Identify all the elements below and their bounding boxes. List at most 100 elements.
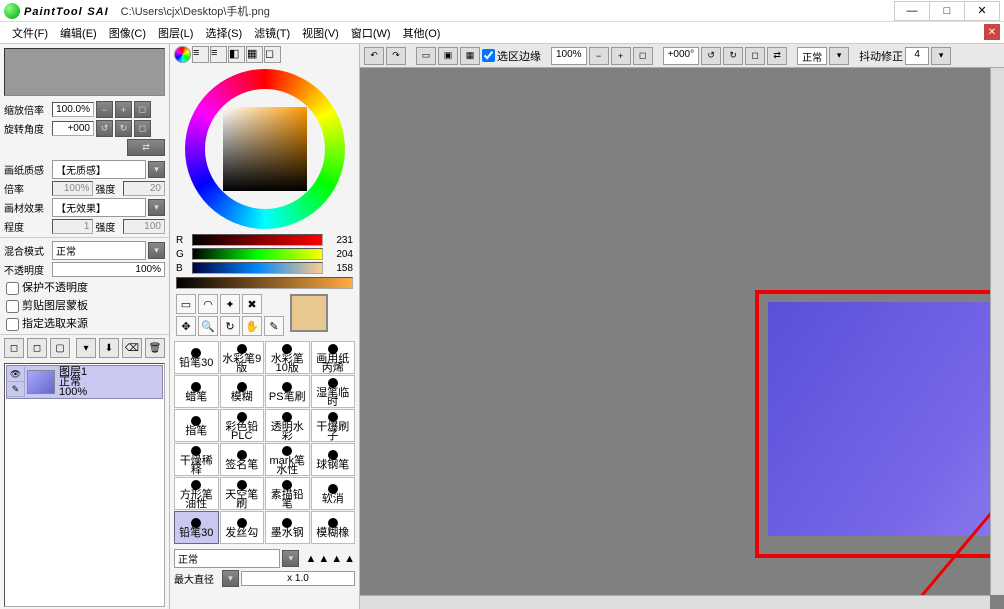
undo-button[interactable]: ↶ [364,47,384,65]
paper-degree-value[interactable]: 1 [52,219,94,234]
zoom-select[interactable]: 100% [551,47,587,65]
brush-preset[interactable]: 彩色铅PLC [220,409,265,442]
hsv-slider-tab[interactable]: ≡ [210,46,227,63]
lasso-tool[interactable]: ◠ [198,294,218,314]
menu-window[interactable]: 窗口(W) [345,23,397,43]
brush-preset[interactable]: 水彩笔10版 [265,341,310,374]
new-folder-button[interactable]: ▢ [50,338,70,358]
zoom-in-button[interactable]: + [115,101,132,118]
menu-view[interactable]: 视图(V) [296,23,345,43]
vertical-scrollbar[interactable] [990,68,1004,595]
new-linework-button[interactable]: ◻ [27,338,47,358]
rotate-tool[interactable]: ↻ [220,316,240,336]
paper-effect-dropdown-icon[interactable]: ▾ [148,199,165,216]
horizontal-scrollbar[interactable] [360,595,990,609]
blend-mode-dropdown-icon[interactable]: ▾ [148,242,165,259]
intermediate-color-bar[interactable] [176,277,353,289]
stabilizer-dropdown[interactable]: ▾ [931,47,951,65]
close-button[interactable]: ✕ [964,1,1000,21]
zoom-out-tb-button[interactable]: − [589,47,609,65]
brush-preset[interactable]: 签名笔 [220,443,265,476]
r-slider[interactable] [192,234,323,246]
x-tool[interactable]: ✖ [242,294,262,314]
color-wheel-tab[interactable] [174,46,191,63]
selection-source-checkbox[interactable] [6,318,19,331]
zoom-fit-button[interactable]: ◻ [633,47,653,65]
selection-edge-checkbox[interactable] [482,49,495,62]
menu-edit[interactable]: 编辑(E) [54,23,103,43]
menu-file[interactable]: 文件(F) [6,23,54,43]
brush-preset[interactable]: 蜡笔 [174,375,219,408]
zoom-out-button[interactable]: − [96,101,113,118]
move-tool[interactable]: ✥ [176,316,196,336]
brush-blend-dropdown-icon[interactable]: ▾ [282,550,299,567]
menu-image[interactable]: 图像(C) [103,23,152,43]
brush-preset[interactable]: 素描铅笔 [265,477,310,510]
menu-layer[interactable]: 图层(L) [152,23,199,43]
color-wheel[interactable] [185,69,345,229]
b-slider[interactable] [192,262,323,274]
brush-preset[interactable]: 湿笔临时 [311,375,356,408]
paper-effect-select[interactable]: 【无效果】 [52,198,146,217]
eyedropper-tool[interactable]: ✎ [264,316,284,336]
angle-select[interactable]: +000° [663,47,700,65]
rotate-cw-button[interactable]: ↻ [115,120,132,137]
layer-list[interactable]: 👁✎ 图层1 正常 100% [4,363,165,607]
color-square[interactable] [223,107,307,191]
flip-tb-button[interactable]: ⇄ [767,47,787,65]
brush-size-value[interactable]: x 1.0 [241,571,355,586]
brush-preset[interactable]: 球钢笔 [311,443,356,476]
brush-preset[interactable]: 干燥稀释 [174,443,219,476]
rgb-slider-tab[interactable]: ≡ [192,46,209,63]
show-select-button[interactable]: ▦ [460,47,480,65]
foreground-color-swatch[interactable] [290,294,328,332]
rotate-reset-tb-button[interactable]: ◻ [745,47,765,65]
paper-texture-dropdown-icon[interactable]: ▾ [148,161,165,178]
layer-visibility-icon[interactable]: 👁 [7,367,24,382]
protect-opacity-checkbox[interactable] [6,282,19,295]
brush-preset[interactable]: 画用纸丙烯 [311,341,356,374]
deselect-button[interactable]: ▭ [416,47,436,65]
menu-filter[interactable]: 滤镜(T) [248,23,296,43]
brush-preset[interactable]: 铅笔30 [174,511,219,544]
brush-shape-2[interactable]: ▲ [318,553,329,565]
brush-preset[interactable]: PS笔刷 [265,375,310,408]
new-layer-button[interactable]: ◻ [4,338,24,358]
brush-preset[interactable]: 铅笔30 [174,341,219,374]
invert-select-button[interactable]: ▣ [438,47,458,65]
redo-button[interactable]: ↷ [386,47,406,65]
layer-edit-icon[interactable]: ✎ [7,382,24,397]
zoom-in-tb-button[interactable]: + [611,47,631,65]
brush-shape-3[interactable]: ▲ [331,553,342,565]
navigator-thumbnail[interactable] [4,48,165,96]
rotate-cw-tb-button[interactable]: ↻ [723,47,743,65]
brush-preset[interactable]: 天空笔刷 [220,477,265,510]
blend-tb-select[interactable]: 正常 [797,47,827,65]
minimize-button[interactable]: — [894,1,930,21]
brush-shape-4[interactable]: ▲ [344,553,355,565]
brush-preset[interactable]: 墨水钢 [265,511,310,544]
paper-scale-value[interactable]: 100% [52,181,94,196]
b-value[interactable]: 158 [327,263,353,274]
paper-strength-value[interactable]: 20 [123,181,165,196]
brush-preset[interactable]: 模糊橡 [311,511,356,544]
menu-select[interactable]: 选择(S) [199,23,248,43]
maximize-button[interactable]: □ [929,1,965,21]
brush-shape-1[interactable]: ▲ [305,553,316,565]
opacity-value[interactable]: 100% [52,262,165,277]
doc-close-button[interactable]: ✕ [984,24,1000,40]
brush-preset[interactable]: 模糊 [220,375,265,408]
merge-down-button[interactable]: ⬇ [99,338,119,358]
clip-mask-checkbox[interactable] [6,300,19,313]
brush-preset[interactable]: 水彩笔9版 [220,341,265,374]
brush-size-picker-icon[interactable]: ▾ [222,570,239,587]
brush-preset[interactable]: mark笔水性 [265,443,310,476]
paper-str2-value[interactable]: 100 [123,219,165,234]
blend-mode-select[interactable]: 正常 [52,241,146,260]
stabilizer-value[interactable]: 4 [905,47,929,65]
zoom-value[interactable]: 100.0% [52,102,94,117]
blend-tb-dropdown[interactable]: ▾ [829,47,849,65]
brush-preset[interactable]: 软消 [311,477,356,510]
magic-wand-tool[interactable]: ✦ [220,294,240,314]
g-slider[interactable] [192,248,323,260]
